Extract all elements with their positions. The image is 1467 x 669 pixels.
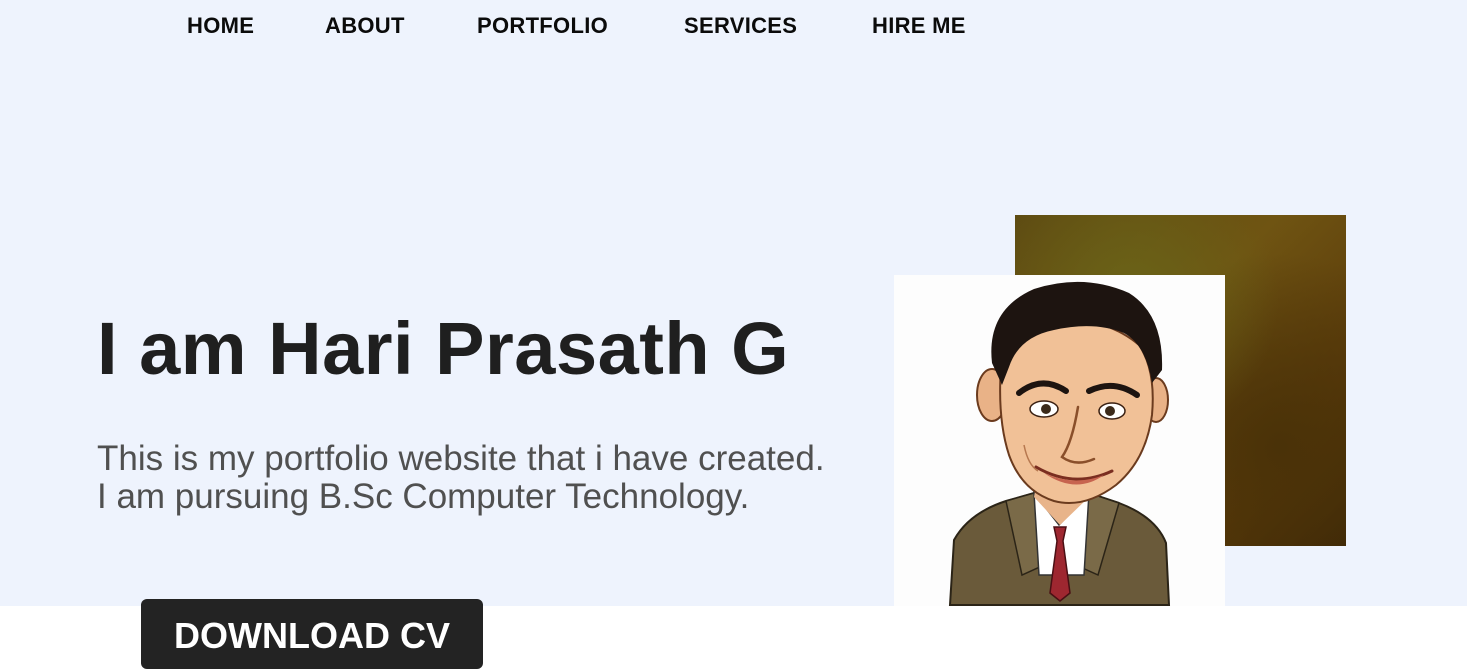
nav-portfolio-link[interactable]: PORTFOLIO [477,13,608,39]
caricature-portrait-icon [948,281,1171,606]
hero-description: This is my portfolio website that i have… [97,440,825,516]
description-line-1: This is my portfolio website that i have… [97,439,825,478]
profile-image [894,275,1225,606]
nav-about-link[interactable]: ABOUT [325,13,405,39]
description-line-2: I am pursuing B.Sc Computer Technology. [97,477,750,516]
nav-hire-me-link[interactable]: HIRE ME [872,13,966,39]
download-cv-button[interactable]: DOWNLOAD CV [141,599,483,669]
nav-services-link[interactable]: SERVICES [684,13,797,39]
hero-title: I am Hari Prasath G [97,307,790,390]
nav-home-link[interactable]: HOME [187,13,254,39]
download-cv-label: DOWNLOAD CV [174,615,450,656]
